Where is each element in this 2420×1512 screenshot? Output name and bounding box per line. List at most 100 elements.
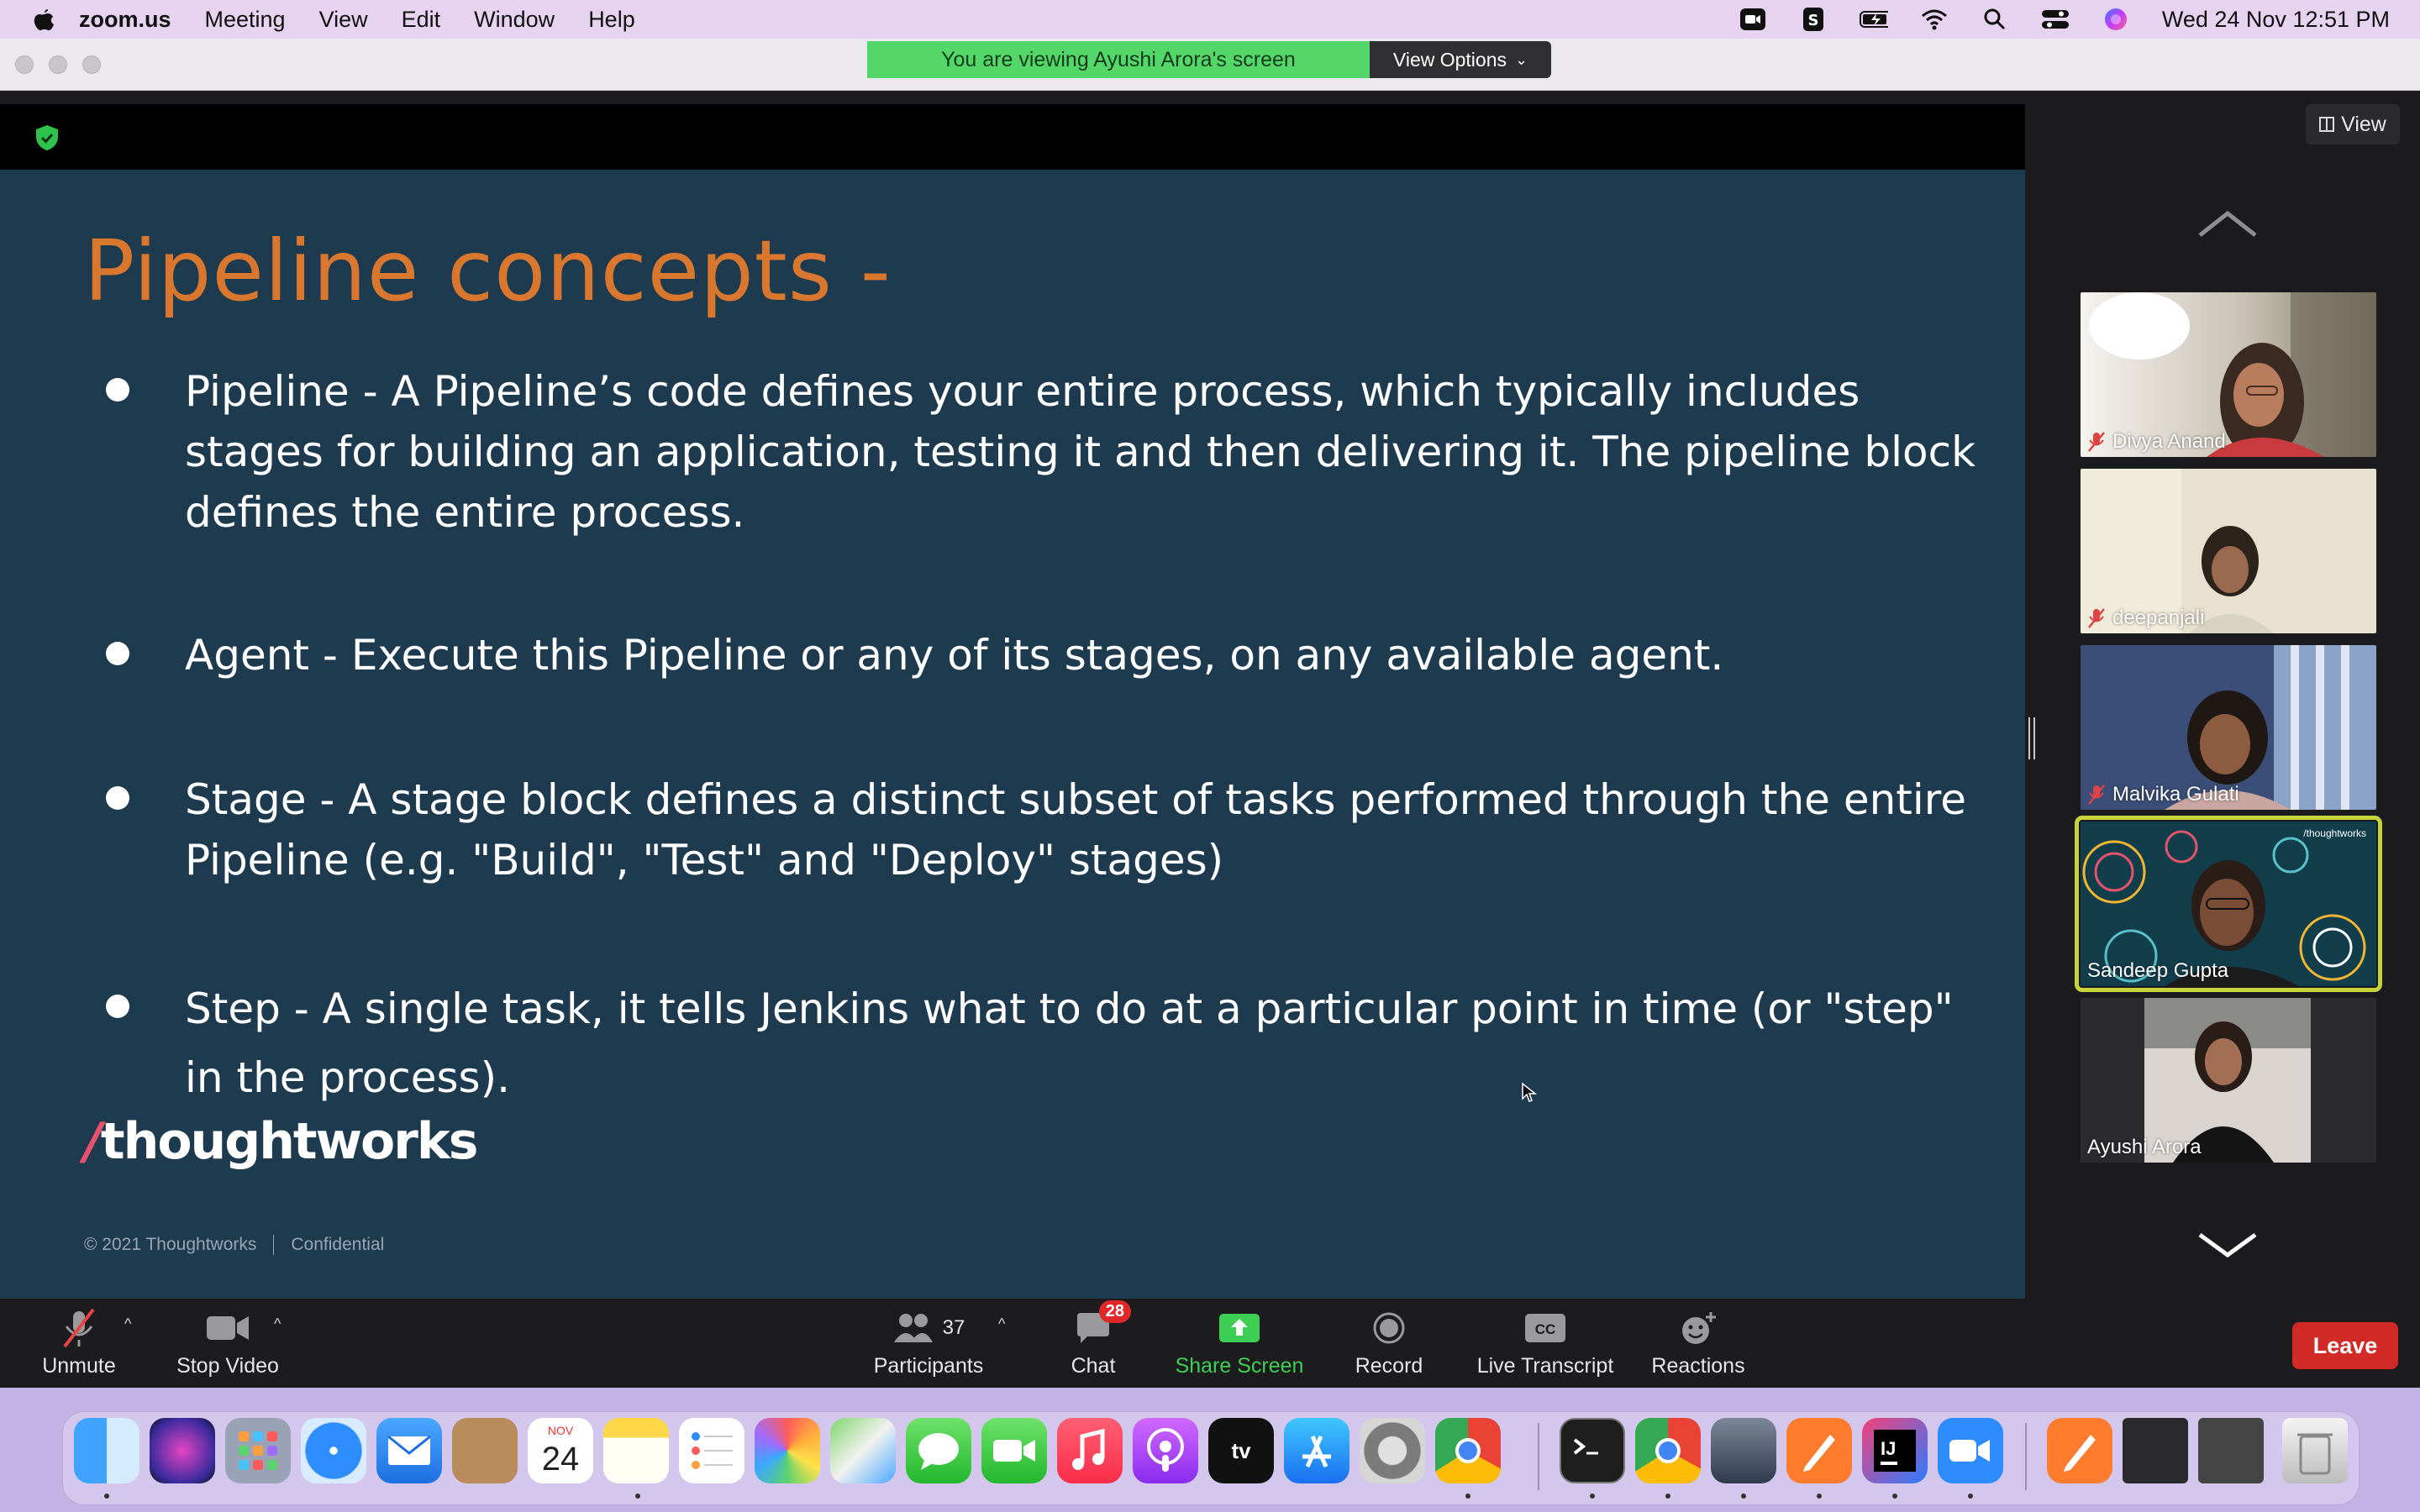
view-options-button[interactable]: View Options ⌄ [1370,41,1551,78]
close-window-button[interactable] [15,55,34,74]
siri-icon[interactable] [150,1418,215,1483]
video-tile-divya-anand[interactable]: Divya Anand [2081,292,2376,457]
view-layout-button[interactable]: View [2306,104,2400,144]
intellij-icon[interactable]: IJ [1862,1418,1928,1483]
audio-options-caret-icon[interactable]: ^ [124,1315,131,1333]
gallery-scroll-down-button[interactable] [2196,1228,2259,1262]
record-button[interactable]: Record [1351,1307,1427,1383]
video-tile-ayushi-arora[interactable]: Ayushi Arora [2081,998,2376,1163]
messages-icon[interactable] [906,1418,971,1483]
menu-window[interactable]: Window [474,7,555,33]
siri-icon[interactable] [2102,7,2130,32]
launchpad-icon[interactable] [225,1418,291,1483]
viewing-screen-banner: You are viewing Ayushi Arora's screen [867,41,1370,78]
menu-meeting[interactable]: Meeting [205,7,286,33]
podcasts-icon[interactable] [1133,1418,1198,1483]
apple-tv-icon[interactable]: tv [1208,1418,1274,1483]
wifi-icon[interactable] [1920,7,1949,32]
unmute-button[interactable]: Unmute [39,1307,119,1383]
chat-unread-badge: 28 [1098,1300,1131,1323]
zoom-icon[interactable] [1938,1418,2003,1483]
running-indicator [104,1494,109,1499]
running-indicator [1590,1494,1595,1499]
svg-text:24: 24 [542,1441,580,1478]
thoughtworks-logo: /thoughtworks [84,1112,478,1171]
downloads-stack-icon[interactable] [2123,1418,2188,1483]
control-center-icon[interactable] [2041,7,2070,32]
participants-icon [893,1314,933,1342]
reactions-label: Reactions [1651,1354,1745,1378]
muted-mic-icon [2088,432,2105,452]
video-tile-deepanjali[interactable]: deepanjali [2081,469,2376,633]
video-tile-malvika-gulati[interactable]: Malvika Gulati [2081,645,2376,810]
photos-icon[interactable] [755,1418,820,1483]
participants-options-caret-icon[interactable]: ^ [998,1315,1005,1333]
video-tile-sandeep-gupta[interactable]: /thoughtworks Sandeep Gupta [2075,816,2382,992]
documents-stack-icon[interactable] [2198,1418,2264,1483]
s-app-icon[interactable]: S [1799,7,1828,32]
bullet-dot [106,786,129,810]
finder-icon[interactable] [74,1418,139,1483]
maps-icon[interactable] [830,1418,896,1483]
pages-icon[interactable] [1786,1418,1852,1483]
notes-icon[interactable] [603,1418,669,1483]
reminders-icon[interactable] [679,1418,744,1483]
preview-icon[interactable] [1711,1418,1776,1483]
muted-mic-icon [2088,608,2105,628]
bullet-text: Step - A single task, it tells Jenkins w… [185,984,1954,1102]
pages-document-icon[interactable] [2047,1418,2112,1483]
chat-button[interactable]: 28 Chat [1064,1300,1131,1383]
minimize-window-button[interactable] [49,55,67,74]
facetime-icon[interactable] [981,1418,1047,1483]
running-indicator [1465,1494,1470,1499]
footer-confidential: Confidential [291,1235,385,1254]
running-indicator [1665,1494,1670,1499]
menu-edit[interactable]: Edit [402,7,441,33]
apple-menu-icon[interactable] [32,5,57,34]
safari-icon[interactable] [301,1418,366,1483]
participants-button[interactable]: 37 Participants [865,1307,992,1383]
live-transcript-button[interactable]: CC Live Transcript [1474,1307,1617,1383]
participants-label: Participants [873,1354,984,1378]
reactions-button[interactable]: Reactions [1649,1307,1748,1383]
battery-icon[interactable] [1859,7,1888,32]
share-screen-label: Share Screen [1175,1354,1304,1378]
menu-help[interactable]: Help [588,7,635,33]
video-camera-icon [205,1307,250,1349]
panel-resize-handle[interactable] [2028,717,2035,759]
music-icon[interactable] [1057,1418,1123,1483]
encryption-shield-icon[interactable] [32,123,62,153]
share-screen-icon [1218,1307,1261,1349]
slide-bullet-step: Step - A single task, it tells Jenkins w… [84,974,1983,1112]
svg-text:IJ: IJ [1881,1438,1896,1459]
calendar-icon[interactable]: NOV 24 [528,1418,593,1483]
muted-mic-icon [2088,785,2105,805]
view-label: View [2341,112,2386,136]
participant-name: Sandeep Gupta [2087,959,2229,982]
svg-text:S: S [1807,12,1818,29]
zoom-window-button[interactable] [82,55,101,74]
menubar-clock[interactable]: Wed 24 Nov 12:51 PM [2162,7,2390,33]
system-preferences-icon[interactable] [1360,1418,1425,1483]
contacts-icon[interactable] [452,1418,518,1483]
terminal-icon[interactable] [1560,1418,1625,1483]
chrome-icon[interactable] [1635,1418,1701,1483]
chrome-icon[interactable] [1435,1418,1501,1483]
slide-footer: © 2021 Thoughtworks Confidential [84,1235,385,1256]
stop-video-button[interactable]: Stop Video [173,1307,282,1383]
menu-view[interactable]: View [319,7,368,33]
video-options-caret-icon[interactable]: ^ [274,1315,281,1333]
leave-meeting-button[interactable]: Leave [2292,1322,2398,1369]
zoom-status-icon[interactable] [1739,7,1767,32]
menu-app-name[interactable]: zoom.us [79,7,171,33]
trash-icon[interactable] [2282,1418,2348,1483]
gallery-scroll-up-button[interactable] [2196,207,2259,240]
bullet-text: Stage - A stage block defines a distinct… [185,775,1966,885]
app-store-icon[interactable] [1284,1418,1349,1483]
spotlight-search-icon[interactable] [1981,7,2009,32]
share-screen-button[interactable]: Share Screen [1171,1307,1307,1383]
shared-slide: Pipeline concepts - Pipeline - A Pipelin… [0,170,2025,1299]
bullet-dot [106,995,129,1018]
mail-icon[interactable] [376,1418,442,1483]
svg-text:tv: tv [1231,1438,1251,1463]
